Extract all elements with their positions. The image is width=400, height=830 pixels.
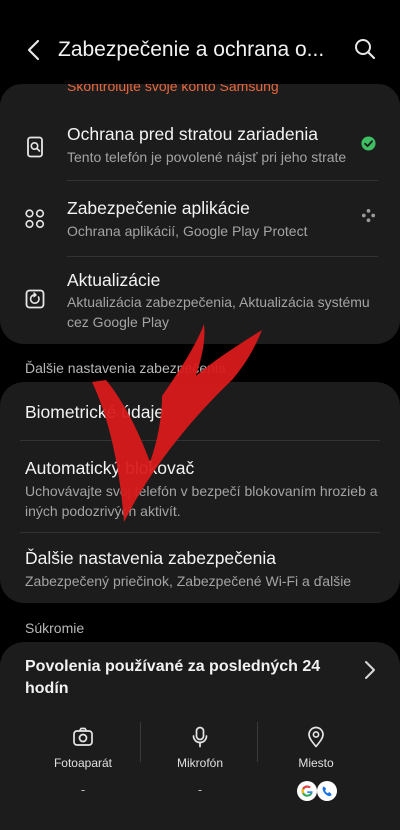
list-item-subtitle: Zabezpečený priečinok, Zabezpečené Wi-Fi… [25, 573, 352, 589]
list-item-updates[interactable]: Aktualizácie Aktualizácia zabezpečenia, … [0, 270, 400, 340]
more-security-card: Biometrické údaje Automatický blokovač U… [0, 382, 400, 603]
permissions-used-link[interactable]: Povolenia používané za posledných 24 hod… [25, 656, 325, 700]
list-item-subtitle: Ochrana aplikácií, Google Play Protect [67, 223, 308, 239]
permission-value: - [80, 782, 86, 797]
list-item-title: Biometrické údaje [25, 402, 165, 422]
permission-label: Fotoaparát [53, 756, 113, 770]
permission-label: Mikrofón [176, 756, 223, 770]
back-button[interactable] [20, 36, 46, 64]
apps-grid-icon [25, 209, 45, 229]
samsung-account-hint[interactable]: Skontrolujte svoje konto Samsung [67, 84, 279, 94]
list-item-other-security-settings[interactable]: Ďalšie nastavenia zabezpečenia Zabezpeče… [0, 533, 400, 603]
section-header-privacy: Súkromie [25, 620, 85, 636]
microphone-icon [192, 726, 208, 748]
divider [67, 180, 378, 181]
list-item-title: Ochrana pred stratou zariadenia [67, 124, 318, 144]
page-title: Zabezpečenie a ochrana o... [58, 38, 325, 61]
check-icon [361, 136, 376, 151]
list-item-title: Aktualizácie [67, 270, 161, 290]
divider [67, 256, 378, 257]
list-item-subtitle: Uchovávajte svoj telefón v bezpečí bloko… [25, 483, 378, 519]
list-item-title: Zabezpečenie aplikácie [67, 198, 250, 218]
app-header: Zabezpečenie a ochrana o... [0, 0, 400, 84]
list-item-app-security[interactable]: Zabezpečenie aplikácie Ochrana aplikácií… [0, 196, 400, 256]
find-device-icon [27, 136, 43, 158]
section-header-more-security: Ďalšie nastavenia zabezpečenia [25, 360, 226, 376]
location-apps-icons [297, 781, 337, 801]
update-icon [25, 289, 45, 309]
camera-icon [73, 727, 93, 746]
list-item-lost-device[interactable]: Ochrana pred stratou zariadenia Tento te… [0, 122, 400, 182]
list-item-title: Automatický blokovač [25, 458, 195, 478]
permission-value: - [197, 782, 203, 797]
list-item-subtitle: Tento telefón je povolené nájsť pri jeho… [67, 149, 347, 165]
list-item-subtitle: Aktualizácia zabezpečenia, Aktualizácia … [67, 294, 370, 330]
phone-app-icon [317, 781, 337, 801]
back-arrow-icon [27, 39, 40, 61]
google-app-icon [297, 781, 317, 801]
list-item-auto-blocker[interactable]: Automatický blokovač Uchovávajte svoj te… [0, 441, 400, 531]
permission-label: Miesto [298, 756, 334, 770]
list-item-biometrics[interactable]: Biometrické údaje [0, 382, 400, 440]
permission-microphone[interactable]: Mikrofón - [140, 726, 260, 802]
chevron-right-icon[interactable] [361, 660, 379, 680]
permission-camera[interactable]: Fotoaparát - [23, 726, 143, 802]
list-item-title: Ďalšie nastavenia zabezpečenia [25, 548, 276, 568]
location-pin-icon [308, 726, 324, 748]
search-icon [355, 39, 376, 60]
search-button[interactable] [354, 38, 378, 62]
security-card: Skontrolujte svoje konto Samsung Ochrana… [0, 84, 400, 344]
privacy-card: Povolenia používané za posledných 24 hod… [0, 642, 400, 830]
loading-dots-icon [361, 208, 376, 223]
